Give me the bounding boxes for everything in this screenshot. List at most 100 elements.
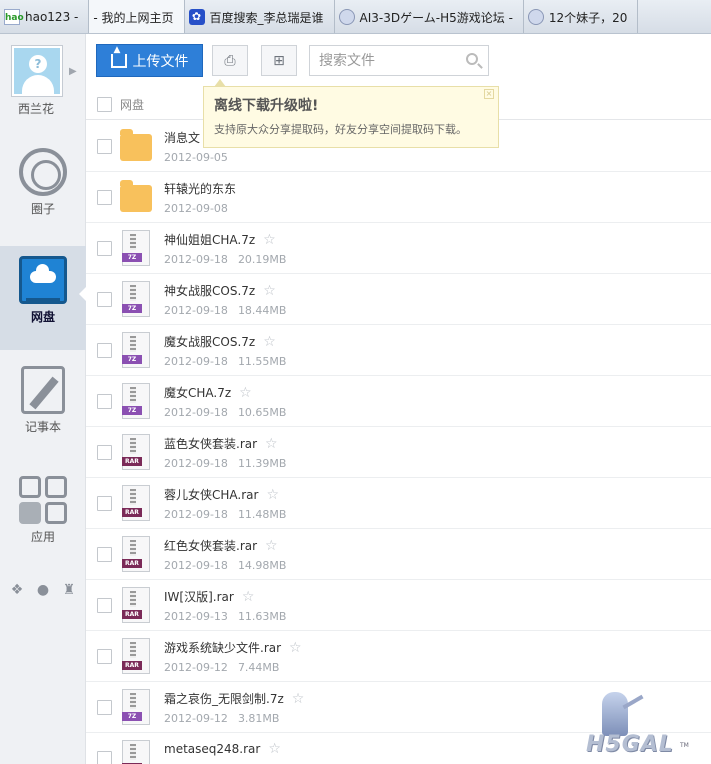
file-checkbox[interactable] [97,241,112,256]
file-row[interactable]: 轩辕光的东东 2012-09-08 [86,172,711,223]
star-icon[interactable]: ☆ [242,589,255,605]
tab-baidu-search[interactable]: ✿ 百度搜索_李总瑞是谁 [185,0,335,33]
file-type-tag: 7Z [122,406,142,415]
star-icon[interactable]: ☆ [266,487,279,503]
file-checkbox[interactable] [97,700,112,715]
file-list: 消息文 2012-09-05 轩辕光的东东 2012-09-08 7Z 神仙姐姐CHA.7… [86,121,711,764]
file-date: 2012-09-12 [164,661,228,674]
file-row[interactable]: 7Z 魔女战服COS.7z ☆ 2012-09-18 11.55MB [86,325,711,376]
file-name[interactable]: 魔女CHA.7z [164,386,231,400]
file-row[interactable]: RAR 蓉儿女侠CHA.rar ☆ 2012-09-18 11.48MB [86,478,711,529]
rar-archive-icon: RAR [122,638,150,674]
file-name[interactable]: 红色女侠套装.rar [164,539,257,553]
new-folder-button[interactable]: ⊞ [261,45,297,76]
watermark-tm: TM [680,742,689,749]
star-icon[interactable]: ☆ [263,232,276,248]
tab-label: AI3-3Dゲーム-H5游戏论坛 - [359,10,513,25]
file-checkbox[interactable] [97,751,112,764]
file-checkbox[interactable] [97,547,112,562]
star-icon[interactable]: ☆ [292,691,305,707]
username[interactable]: 西兰花 [0,100,72,117]
file-name[interactable]: IW[汉版].rar [164,590,234,604]
folder-icon [120,180,152,212]
file-row[interactable]: RAR 红色女侠套装.rar ☆ 2012-09-18 14.98MB [86,529,711,580]
star-icon[interactable]: ☆ [239,385,252,401]
file-size: 11.39MB [237,457,287,470]
file-name[interactable]: 蓝色女侠套装.rar [164,437,257,451]
avatar-question-icon: ? [29,55,47,73]
select-all-checkbox[interactable] [97,97,112,112]
file-checkbox[interactable] [97,649,112,664]
paw-icon: ✿ [188,9,205,25]
offline-download-tooltip: 离线下载升级啦! 支持原大众分享提取码，好友分享空间提取码下载。 × [203,79,499,148]
rar-archive-icon: RAR [122,587,150,623]
file-checkbox[interactable] [97,445,112,460]
sidebar-item-quanzi[interactable]: 圈子 [0,138,86,242]
file-name[interactable]: 魔女战服COS.7z [164,335,255,349]
7z-archive-icon: 7Z [122,332,150,368]
upload-file-button[interactable]: 上传文件 [96,44,203,77]
file-checkbox[interactable] [97,139,112,154]
file-row[interactable]: RAR 蓝色女侠套装.rar ☆ 2012-09-18 11.39MB [86,427,711,478]
file-name[interactable]: 轩辕光的东东 [164,182,236,196]
notepad-icon [21,366,65,414]
sidebar-item-wangpan[interactable]: 网盘 [0,246,87,350]
file-row[interactable]: 7Z 神仙姐姐CHA.7z ☆ 2012-09-18 20.19MB [86,223,711,274]
file-type-tag: RAR [122,457,142,466]
chevron-right-icon[interactable]: ▶ [69,66,77,77]
file-name[interactable]: 蓉儿女侠CHA.rar [164,488,258,502]
file-checkbox[interactable] [97,190,112,205]
file-size: 11.48MB [237,508,287,521]
circle-icon [19,148,67,196]
file-checkbox[interactable] [97,496,112,511]
sidebar-item-notepad[interactable]: 记事本 [0,356,86,460]
7z-archive-icon: 7Z [122,689,150,725]
toolbar: 上传文件 ⎙ ⊞ [86,34,711,90]
file-row[interactable]: RAR 游戏系统缺少文件.rar ☆ 2012-09-12 7.44MB [86,631,711,682]
file-date: 2012-09-18 [164,559,228,572]
file-date: 2012-09-12 [164,712,228,725]
file-name[interactable]: 神女战服COS.7z [164,284,255,298]
file-date: 2012-09-18 [164,304,228,317]
android-icon[interactable]: ♜ [63,582,76,598]
file-checkbox[interactable] [97,394,112,409]
file-date: 2012-09-18 [164,508,228,521]
search-box [309,45,489,76]
file-row[interactable]: 7Z 神女战服COS.7z ☆ 2012-09-18 18.44MB [86,274,711,325]
close-icon[interactable]: × [484,89,494,99]
star-icon[interactable]: ☆ [289,640,302,656]
file-checkbox[interactable] [97,598,112,613]
file-size: 3.81MB [237,712,280,725]
sidebar-item-apps[interactable]: 应用 [0,466,86,570]
tab-ai3-forum[interactable]: AI3-3Dゲーム-H5游戏论坛 - [335,0,524,33]
tab-twelve-girls[interactable]: 12个妹子，20 [524,0,639,33]
file-name[interactable]: 霜之哀伤_无限剑制.7z [164,692,284,706]
star-icon[interactable]: ☆ [265,436,278,452]
upload-button-label: 上传文件 [132,53,189,70]
file-name[interactable]: 消息文 [164,131,200,145]
file-name[interactable]: 神仙姐姐CHA.7z [164,233,255,247]
search-input[interactable] [310,46,460,75]
file-row[interactable]: RAR IW[汉版].rar ☆ 2012-09-13 11.63MB [86,580,711,631]
offline-download-button[interactable]: ⎙ [212,45,248,76]
apple-icon[interactable]: ● [37,582,49,598]
offline-download-icon: ⎙ [224,52,236,69]
file-name[interactable]: metaseq248.rar [164,742,260,756]
star-icon[interactable]: ☆ [265,538,278,554]
file-type-tag: 7Z [122,304,142,313]
file-row[interactable]: 7Z 魔女CHA.7z ☆ 2012-09-18 10.65MB [86,376,711,427]
file-checkbox[interactable] [97,292,112,307]
cloud-monitor-icon [19,256,67,304]
rar-archive-icon: RAR [122,434,150,470]
avatar-body [22,75,54,94]
windows-icon[interactable]: ❖ [11,582,24,598]
file-checkbox[interactable] [97,343,112,358]
tab-hao123[interactable]: hao hao123 - [0,0,90,33]
avatar[interactable]: ? [12,46,62,96]
star-icon[interactable]: ☆ [263,334,276,350]
search-icon[interactable] [466,53,478,65]
file-name[interactable]: 游戏系统缺少文件.rar [164,641,281,655]
star-icon[interactable]: ☆ [268,741,281,757]
star-icon[interactable]: ☆ [263,283,276,299]
tab-homepage[interactable]: - 我的上网主页 [89,0,185,33]
